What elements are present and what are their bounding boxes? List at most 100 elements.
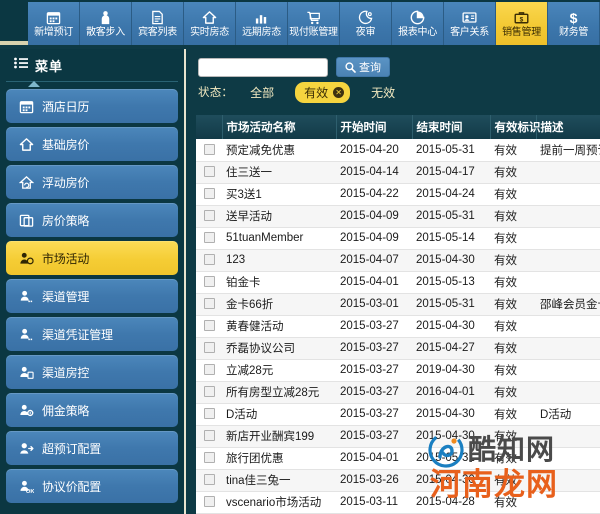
sidebar-item-4[interactable]: 房价策略: [6, 203, 178, 237]
sidebar-item-3[interactable]: 浮动房价: [6, 165, 178, 199]
sidebar-item-6[interactable]: 渠道管理: [6, 279, 178, 313]
row-checkbox-cell[interactable]: [196, 293, 222, 316]
nav-tab-6[interactable]: 现付账管理: [288, 2, 340, 45]
table-row[interactable]: tina佳三兔一 2015-03-26 2015-04-30 有效: [196, 469, 600, 492]
table-row[interactable]: D活动 2015-03-27 2015-04-30 有效 D活动: [196, 403, 600, 426]
sidebar-item-11[interactable]: OK 协议价配置: [6, 469, 178, 503]
status-option-2[interactable]: 有效 ✕: [295, 81, 351, 103]
row-checkbox-cell[interactable]: [196, 447, 222, 470]
row-checkbox[interactable]: [203, 298, 215, 310]
row-checkbox-cell[interactable]: [196, 381, 222, 404]
sidebar-item-7[interactable]: 渠道凭证管理: [6, 317, 178, 351]
row-checkbox-cell[interactable]: [196, 271, 222, 294]
table-row[interactable]: 123 2015-04-07 2015-04-30 有效: [196, 249, 600, 272]
table-column-header-1[interactable]: [196, 115, 223, 139]
nav-tab-label: 散客步入: [86, 26, 125, 38]
row-checkbox-cell[interactable]: [196, 359, 222, 382]
sidebar-item-9[interactable]: 佣金策略: [6, 393, 178, 427]
row-checkbox[interactable]: [203, 320, 215, 332]
table-row[interactable]: 住三送一 2015-04-14 2015-04-17 有效: [196, 161, 600, 184]
table-column-header-5[interactable]: 有效标识: [490, 115, 541, 139]
cell-start-date: 2015-04-14: [336, 161, 412, 184]
house-icon: [202, 9, 217, 26]
row-checkbox[interactable]: [203, 496, 215, 508]
market-activity-table-container[interactable]: 市场活动名称 开始时间 结束时间 有效标识 描述 预定减免优惠 2015-04-20 201…: [196, 115, 600, 514]
row-checkbox[interactable]: [203, 408, 215, 420]
table-row[interactable]: 黄春健活动 2015-03-27 2015-04-30 有效: [196, 315, 600, 338]
sidebar-item-2[interactable]: 基础房价: [6, 127, 178, 161]
nav-tab-7[interactable]: 夜审: [340, 2, 392, 45]
table-row[interactable]: 买3送1 2015-04-22 2015-04-24 有效: [196, 183, 600, 206]
row-checkbox-cell[interactable]: [196, 183, 222, 206]
row-checkbox-cell[interactable]: [196, 315, 222, 338]
row-checkbox[interactable]: [203, 232, 215, 244]
row-checkbox-cell[interactable]: [196, 403, 222, 426]
nav-tab-label: 客户关系: [450, 26, 489, 38]
table-row[interactable]: 乔磊协议公司 2015-03-27 2015-04-27 有效: [196, 337, 600, 360]
table-row[interactable]: 金卡66折2015-03-012015-05-31有效邵峰会员金卡: [196, 293, 600, 316]
sidebar-menu-header[interactable]: 菜单: [6, 49, 178, 87]
row-checkbox[interactable]: [203, 342, 215, 354]
sidebar-item-1[interactable]: 酒店日历: [6, 89, 178, 123]
table-row[interactable]: 铂金卡 2015-04-01 2015-05-13 有效: [196, 271, 600, 294]
query-button[interactable]: 查询: [336, 57, 390, 77]
nav-tab-8[interactable]: 报表中心: [392, 2, 444, 45]
row-checkbox[interactable]: [203, 276, 215, 288]
nav-tab-9[interactable]: 客户关系: [444, 2, 496, 45]
row-checkbox-cell[interactable]: [196, 249, 222, 272]
sidebar-item-10[interactable]: 超预订配置: [6, 431, 178, 465]
remove-filter-icon[interactable]: ✕: [333, 86, 345, 98]
sidebar-item-label: 房价策略: [42, 213, 90, 228]
row-checkbox[interactable]: [203, 254, 215, 266]
row-checkbox[interactable]: [203, 364, 215, 376]
table-row[interactable]: 51tuanMember 2015-04-09 2015-05-14 有效: [196, 227, 600, 250]
cell-start-date: 2015-03-27: [336, 315, 412, 338]
row-checkbox-cell[interactable]: [196, 491, 222, 514]
table-column-header-4[interactable]: 结束时间: [412, 115, 491, 139]
search-input[interactable]: [198, 57, 328, 77]
table-row[interactable]: 旅行团优惠 2015-04-01 2015-05-31 有效: [196, 447, 600, 470]
row-checkbox-cell[interactable]: [196, 227, 222, 250]
cell-activity-name: 送早活动: [222, 205, 336, 228]
nav-tab-4[interactable]: 实时房态: [184, 2, 236, 45]
nav-tab-3[interactable]: 宾客列表: [132, 2, 184, 45]
row-checkbox[interactable]: [203, 166, 215, 178]
table-row[interactable]: 所有房型立减28元 2015-03-27 2016-04-01 有效: [196, 381, 600, 404]
nav-tab-11[interactable]: $ 财务管: [548, 2, 600, 45]
nav-tab-2[interactable]: 散客步入: [80, 2, 132, 45]
cell-start-date: 2015-03-27: [336, 425, 412, 448]
nav-tab-1[interactable]: 新增预订: [28, 2, 80, 45]
search-toolbar: 查询: [188, 49, 600, 79]
row-checkbox-cell[interactable]: [196, 469, 222, 492]
calendar-icon: [46, 9, 61, 26]
nav-tab-10[interactable]: $ 销售管理: [496, 2, 548, 45]
row-checkbox[interactable]: [203, 386, 215, 398]
table-row[interactable]: 立减28元 2015-03-27 2019-04-30 有效: [196, 359, 600, 382]
table-column-header-3[interactable]: 开始时间: [336, 115, 413, 139]
night-audit-icon: [358, 9, 373, 26]
sidebar-item-5[interactable]: 市场活动: [6, 241, 178, 275]
row-checkbox[interactable]: [203, 430, 215, 442]
row-checkbox-cell[interactable]: [196, 425, 222, 448]
row-checkbox[interactable]: [203, 452, 215, 464]
table-row[interactable]: 新店开业酬宾199 2015-03-27 2015-04-30 有效: [196, 425, 600, 448]
row-checkbox-cell[interactable]: [196, 337, 222, 360]
row-checkbox-cell[interactable]: [196, 205, 222, 228]
table-column-header-6[interactable]: 描述: [536, 115, 600, 139]
sidebar-item-8[interactable]: 渠道房控: [6, 355, 178, 389]
nav-tab-5[interactable]: 远期房态: [236, 2, 288, 45]
cell-start-date: 2015-03-27: [336, 403, 412, 426]
table-column-header-2[interactable]: 市场活动名称: [222, 115, 337, 139]
row-checkbox-cell[interactable]: [196, 161, 222, 184]
status-option-1[interactable]: 全部: [247, 84, 277, 101]
row-checkbox-cell[interactable]: [196, 139, 222, 162]
status-option-3[interactable]: 无效: [368, 84, 398, 101]
table-row[interactable]: 预定减免优惠2015-04-202015-05-31有效提前一周预订次日: [196, 139, 600, 162]
row-checkbox[interactable]: [203, 144, 215, 156]
row-checkbox[interactable]: [203, 474, 215, 486]
row-checkbox[interactable]: [203, 210, 215, 222]
table-row[interactable]: vscenario市场活动 2015-03-11 2015-04-28 有效: [196, 491, 600, 514]
table-row[interactable]: 送早活动 2015-04-09 2015-05-31 有效: [196, 205, 600, 228]
row-checkbox[interactable]: [203, 188, 215, 200]
nav-tab-label: 报表中心: [398, 26, 437, 38]
